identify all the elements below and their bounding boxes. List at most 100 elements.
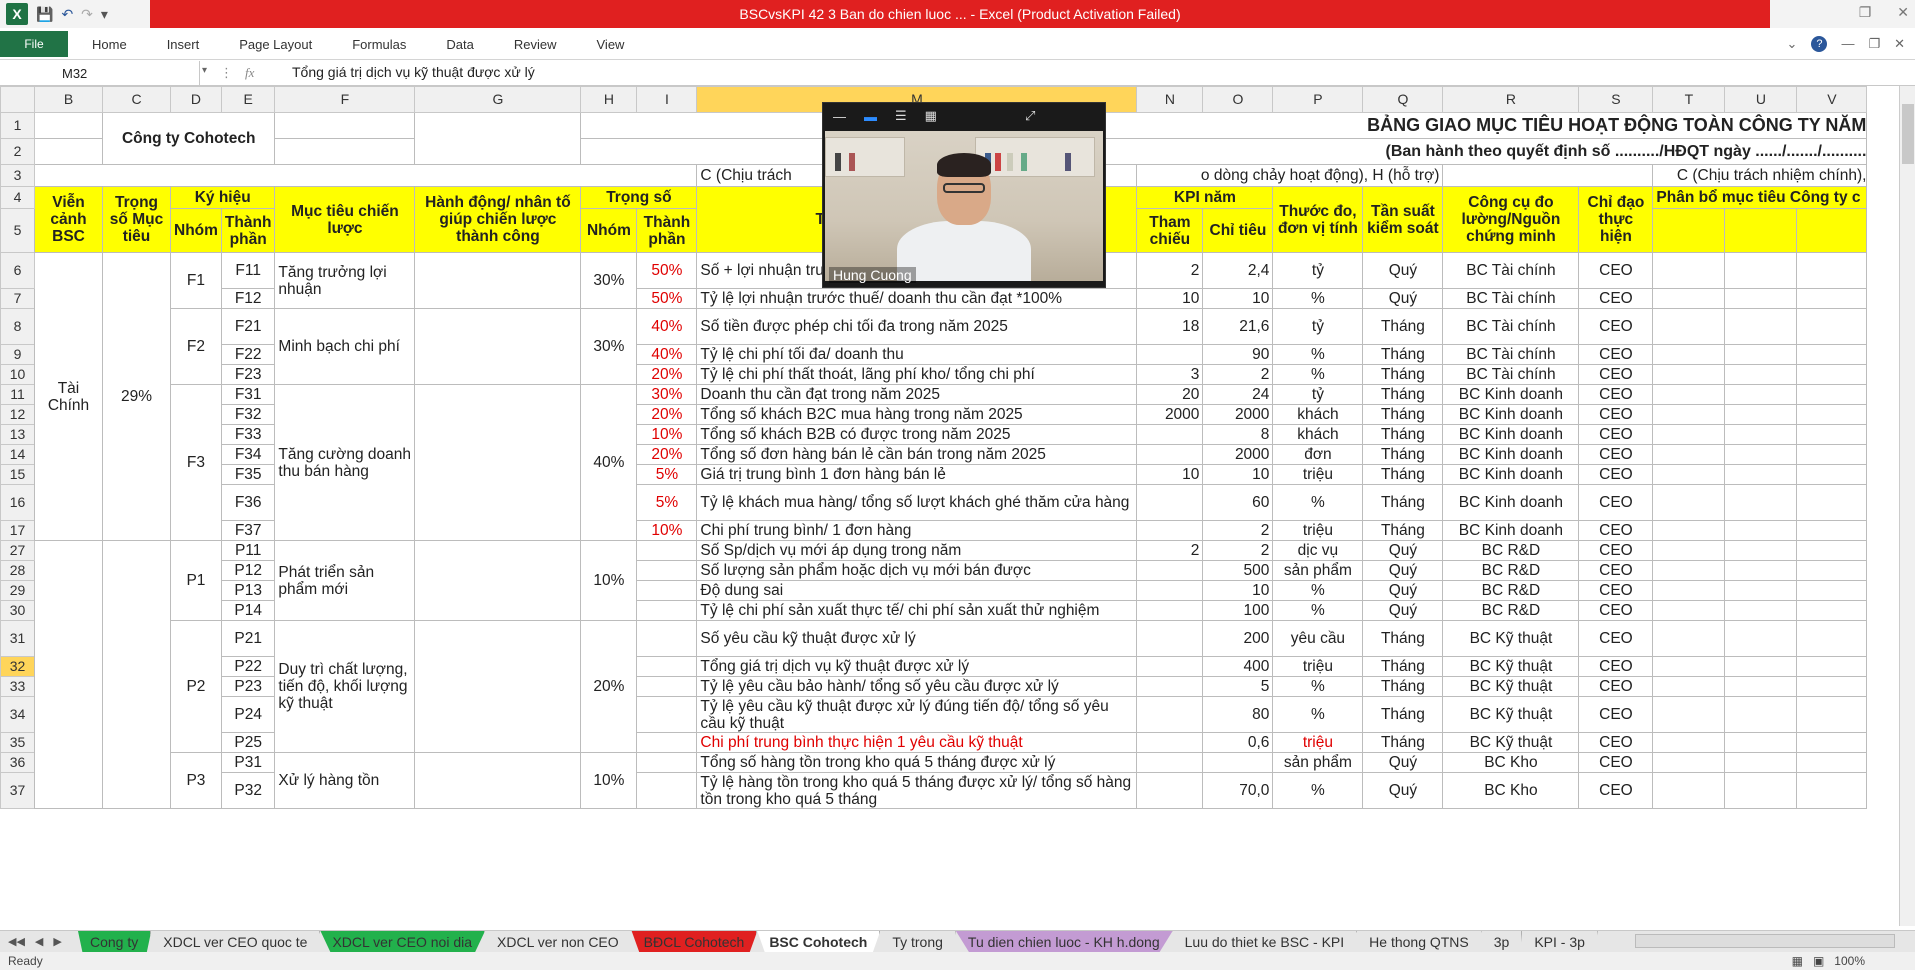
row-header[interactable]: 35 <box>0 732 35 753</box>
kpi-reference[interactable]: 10 <box>1136 288 1204 309</box>
cell[interactable] <box>1796 560 1868 581</box>
header-muc-tieu[interactable]: Mục tiêu chiến lược <box>274 186 416 253</box>
cell[interactable] <box>1724 560 1798 581</box>
director[interactable]: CEO <box>1578 676 1654 697</box>
tab-home[interactable]: Home <box>72 37 147 52</box>
component-code[interactable]: F36 <box>220 484 276 521</box>
cell[interactable] <box>1652 208 1726 253</box>
frequency[interactable]: Quý <box>1362 540 1444 561</box>
normal-view-icon[interactable]: ▦ <box>1792 954 1803 968</box>
kpi-target[interactable]: 21,6 <box>1202 308 1274 345</box>
measurement-source[interactable]: BC Kinh doanh <box>1442 424 1580 445</box>
minimize-icon[interactable]: — <box>1841 36 1854 52</box>
frequency[interactable]: Tháng <box>1362 656 1444 677</box>
kpi-reference[interactable] <box>1136 772 1204 809</box>
kpi-reference[interactable]: 10 <box>1136 464 1204 485</box>
company-name[interactable]: Công ty Cohotech <box>101 112 276 165</box>
component-code[interactable]: P11 <box>220 540 276 561</box>
cell[interactable] <box>274 112 416 139</box>
cell[interactable] <box>1724 424 1798 445</box>
component-code[interactable]: F32 <box>220 404 276 425</box>
kpi-target[interactable]: 8 <box>1202 424 1274 445</box>
measurement-source[interactable]: BC Kho <box>1442 752 1580 773</box>
collapse-ribbon-icon[interactable]: ⌄ <box>1787 36 1798 52</box>
component-weight[interactable] <box>636 540 698 561</box>
action-cell[interactable] <box>414 752 582 809</box>
kpi-reference[interactable]: 18 <box>1136 308 1204 345</box>
cell[interactable] <box>1724 580 1798 601</box>
component-code[interactable]: P13 <box>220 580 276 601</box>
row-header[interactable]: 8 <box>0 308 35 345</box>
strategic-goal[interactable]: Tăng trưởng lợi nhuận <box>274 252 416 309</box>
kpi-name[interactable]: Số tiền được phép chi tối đa trong năm 2… <box>696 308 1138 345</box>
cell[interactable] <box>1796 384 1868 405</box>
col-header[interactable]: Q <box>1362 86 1444 113</box>
header-trong-so[interactable]: Trọng số <box>580 186 698 209</box>
cell[interactable] <box>1724 696 1798 733</box>
cell[interactable] <box>1652 752 1726 773</box>
director[interactable]: CEO <box>1578 444 1654 465</box>
kpi-reference[interactable] <box>1136 344 1204 365</box>
frequency[interactable]: Tháng <box>1362 308 1444 345</box>
header-trong-so-muc-tieu[interactable]: Trọng số Mục tiêu <box>102 186 171 253</box>
action-cell[interactable] <box>414 252 582 309</box>
component-code[interactable]: P23 <box>220 676 276 697</box>
frequency[interactable]: Tháng <box>1362 384 1444 405</box>
tab-view[interactable]: View <box>577 37 645 52</box>
sheet-tab[interactable]: BSC Cohotech <box>757 931 881 952</box>
component-code[interactable]: F31 <box>220 384 276 405</box>
component-weight[interactable]: 20% <box>636 404 698 425</box>
cell[interactable] <box>1796 752 1868 773</box>
header-ky-hieu[interactable]: Ký hiệu <box>169 186 276 209</box>
cell[interactable] <box>1796 208 1868 253</box>
kpi-name[interactable]: Tỷ lệ chi phí tối đa/ doanh thu <box>696 344 1138 365</box>
cell[interactable] <box>1652 344 1726 365</box>
cell[interactable] <box>1652 464 1726 485</box>
cell[interactable] <box>1796 464 1868 485</box>
director[interactable]: CEO <box>1578 696 1654 733</box>
component-weight[interactable]: 20% <box>636 364 698 385</box>
cell[interactable] <box>1796 444 1868 465</box>
expand-icon[interactable]: ⤢ <box>1025 108 1035 124</box>
header-thuoc-do[interactable]: Thước đo, đơn vị tính <box>1272 186 1364 253</box>
row-header[interactable]: 10 <box>0 364 35 385</box>
kpi-name[interactable]: Tổng số đơn hàng bán lẻ cần bán trong nă… <box>696 444 1138 465</box>
close-icon[interactable]: ✕ <box>1897 4 1909 21</box>
page-layout-icon[interactable]: ▣ <box>1813 954 1824 968</box>
measurement-source[interactable]: BC Kinh doanh <box>1442 444 1580 465</box>
row-header[interactable]: 32 <box>0 656 35 677</box>
kpi-reference[interactable] <box>1136 580 1204 601</box>
header-tan-suat[interactable]: Tần suất kiểm soát <box>1362 186 1444 253</box>
unit[interactable]: % <box>1272 344 1364 365</box>
cell[interactable] <box>1796 404 1868 425</box>
cell[interactable] <box>1652 364 1726 385</box>
frequency[interactable]: Quý <box>1362 252 1444 289</box>
component-code[interactable]: P12 <box>220 560 276 581</box>
unit[interactable]: triệu <box>1272 464 1364 485</box>
component-weight[interactable] <box>636 560 698 581</box>
row-header[interactable]: 29 <box>0 580 35 601</box>
redo-icon[interactable]: ↷ <box>81 6 93 23</box>
frequency[interactable]: Quý <box>1362 580 1444 601</box>
row-header[interactable]: 36 <box>0 752 35 773</box>
row-header[interactable]: 30 <box>0 600 35 621</box>
cell[interactable] <box>1796 424 1868 445</box>
measurement-source[interactable]: BC R&D <box>1442 580 1580 601</box>
note-row3-mid[interactable]: o dòng chảy hoạt động), H (hỗ trợ) <box>1136 164 1444 187</box>
bsc-perspective[interactable]: Tài Chính <box>34 252 103 541</box>
cell[interactable] <box>1652 732 1726 753</box>
col-header[interactable]: B <box>34 86 103 113</box>
kpi-reference[interactable] <box>1136 484 1204 521</box>
row-header[interactable]: 3 <box>0 164 35 187</box>
sheet-tab[interactable]: Cong ty <box>78 931 152 952</box>
component-weight[interactable]: 40% <box>636 344 698 365</box>
cell[interactable] <box>1796 520 1868 541</box>
sheet-tab[interactable]: Ty trong <box>880 931 956 952</box>
restore-window-icon[interactable]: ❐ <box>1868 36 1880 52</box>
header-hanh-dong[interactable]: Hành động/ nhân tố giúp chiến lược thành… <box>414 186 582 253</box>
bsc-perspective[interactable] <box>34 540 103 809</box>
close-workbook-icon[interactable]: ✕ <box>1894 36 1905 52</box>
kpi-target[interactable]: 60 <box>1202 484 1274 521</box>
cell[interactable] <box>1724 384 1798 405</box>
measurement-source[interactable]: BC Kinh doanh <box>1442 520 1580 541</box>
